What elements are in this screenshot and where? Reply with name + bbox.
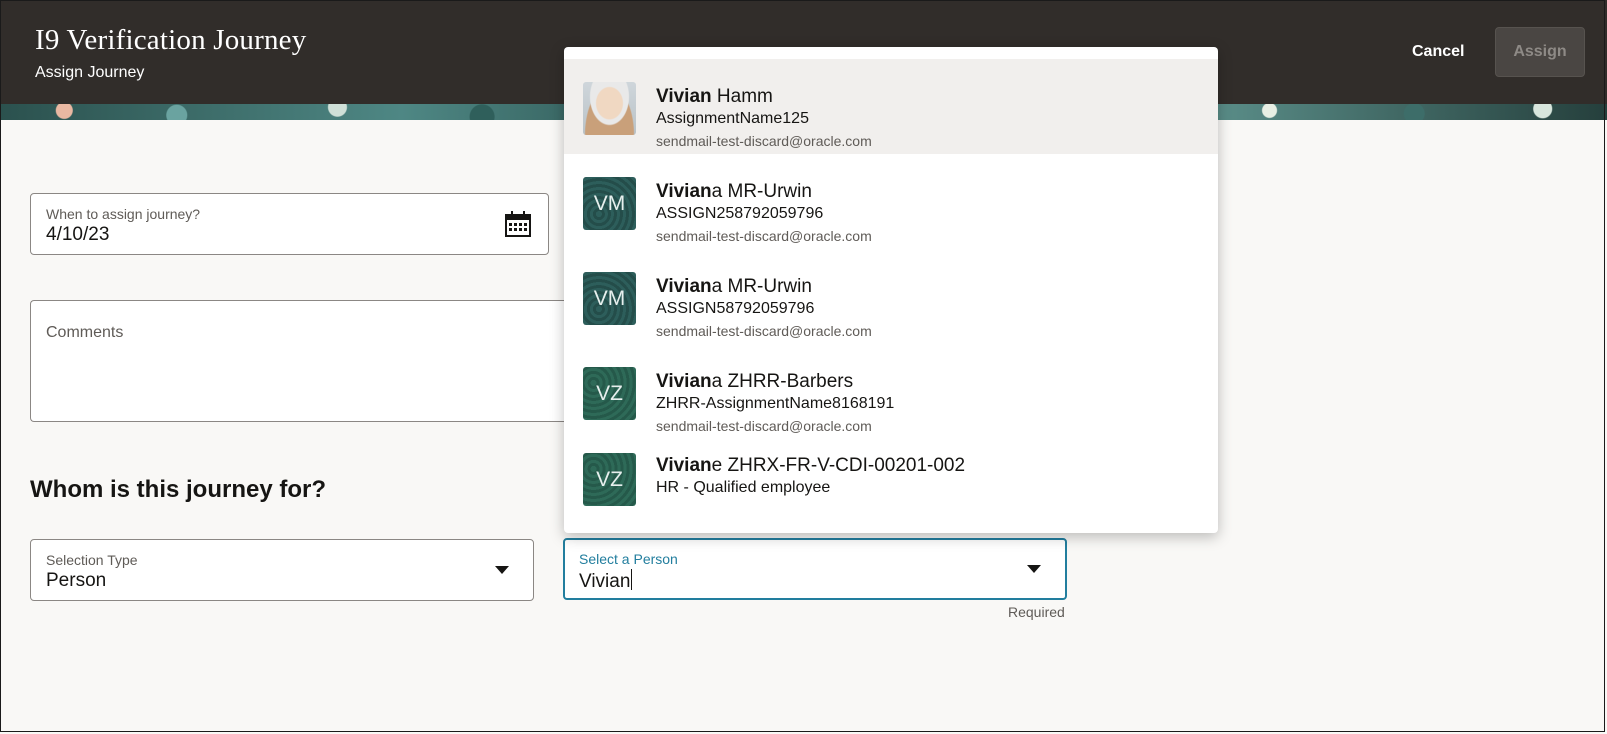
person-email: sendmail-test-discard@oracle.com xyxy=(656,228,872,244)
page-title: I9 Verification Journey xyxy=(35,24,307,56)
assign-date-value: 4/10/23 xyxy=(46,224,110,245)
chevron-down-icon[interactable] xyxy=(495,566,509,574)
person-assignment: HR - Qualified employee xyxy=(656,479,831,496)
required-hint: Required xyxy=(1008,604,1065,620)
avatar: VZ xyxy=(583,367,636,420)
avatar xyxy=(583,82,636,135)
chevron-down-icon[interactable] xyxy=(1027,565,1041,573)
selection-type-select[interactable]: Selection Type Person xyxy=(30,539,534,601)
person-assignment: ASSIGN258792059796 xyxy=(656,205,824,222)
page-subtitle: Assign Journey xyxy=(35,64,145,81)
avatar: VM xyxy=(583,177,636,230)
person-option[interactable]: Vivian Hamm AssignmentName125 sendmail-t… xyxy=(564,59,1218,154)
avatar: VZ xyxy=(583,453,636,506)
selection-type-value: Person xyxy=(46,570,107,591)
person-name: Viviana MR-Urwin xyxy=(656,181,812,202)
person-dropdown-list: Vivian Hamm AssignmentName125 sendmail-t… xyxy=(564,47,1218,533)
comments-field[interactable]: Comments xyxy=(30,300,570,422)
avatar: VM xyxy=(583,272,636,325)
person-assignment: AssignmentName125 xyxy=(656,110,809,127)
person-name: Vivian Hamm xyxy=(656,86,773,107)
person-email: sendmail-test-discard@oracle.com xyxy=(656,418,872,434)
select-person-value[interactable]: Vivian xyxy=(579,569,633,593)
person-option[interactable]: VZ Viviana ZHRR-Barbers ZHRR-AssignmentN… xyxy=(564,344,1218,439)
selection-type-label: Selection Type xyxy=(46,552,138,568)
calendar-icon[interactable] xyxy=(504,210,532,238)
person-assignment: ZHRR-AssignmentName8168191 xyxy=(656,395,895,412)
select-person-label: Select a Person xyxy=(579,551,678,567)
person-name: Viviana MR-Urwin xyxy=(656,276,812,297)
person-option[interactable]: VM Viviana MR-Urwin ASSIGN258792059796 s… xyxy=(564,154,1218,249)
person-email: sendmail-test-discard@oracle.com xyxy=(656,133,872,149)
assign-button[interactable]: Assign xyxy=(1495,27,1585,77)
comments-label: Comments xyxy=(46,324,124,341)
person-option[interactable]: VM Viviana MR-Urwin ASSIGN58792059796 se… xyxy=(564,249,1218,344)
person-email: sendmail-test-discard@oracle.com xyxy=(656,323,872,339)
assign-date-label: When to assign journey? xyxy=(46,206,201,222)
person-assignment: ASSIGN58792059796 xyxy=(656,300,815,317)
person-name: Viviana ZHRR-Barbers xyxy=(656,371,854,392)
person-name: Viviane ZHRX-FR-V-CDI-00201-002 xyxy=(656,455,966,476)
assign-date-field[interactable]: When to assign journey? 4/10/23 xyxy=(30,193,549,255)
select-person-input[interactable]: Select a Person Vivian xyxy=(563,538,1067,600)
section-title: Whom is this journey for? xyxy=(30,476,327,503)
cancel-button[interactable]: Cancel xyxy=(1392,30,1484,74)
person-option[interactable]: VZ Viviane ZHRX-FR-V-CDI-00201-002 HR - … xyxy=(564,439,1218,533)
